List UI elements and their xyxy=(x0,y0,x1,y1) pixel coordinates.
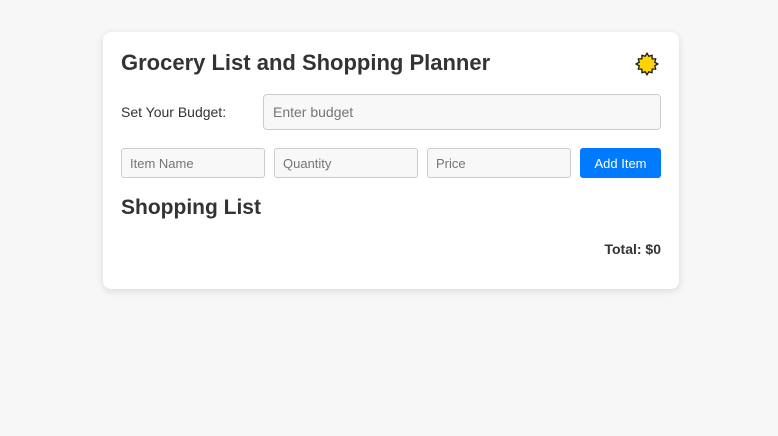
shopping-list-heading: Shopping List xyxy=(121,196,261,219)
item-name-input[interactable] xyxy=(121,148,265,178)
quantity-input[interactable] xyxy=(274,148,418,178)
page-title: Grocery List and Shopping Planner xyxy=(121,50,491,75)
add-item-button[interactable]: Add Item xyxy=(580,148,661,178)
total-amount: Total: $0 xyxy=(604,241,661,257)
sun-icon[interactable] xyxy=(635,52,659,76)
planner-card: Grocery List and Shopping Planner Set Yo… xyxy=(103,32,679,289)
budget-label: Set Your Budget: xyxy=(121,104,227,120)
budget-input[interactable] xyxy=(263,94,661,130)
price-input[interactable] xyxy=(427,148,571,178)
sun-icon-graphic xyxy=(635,52,659,76)
